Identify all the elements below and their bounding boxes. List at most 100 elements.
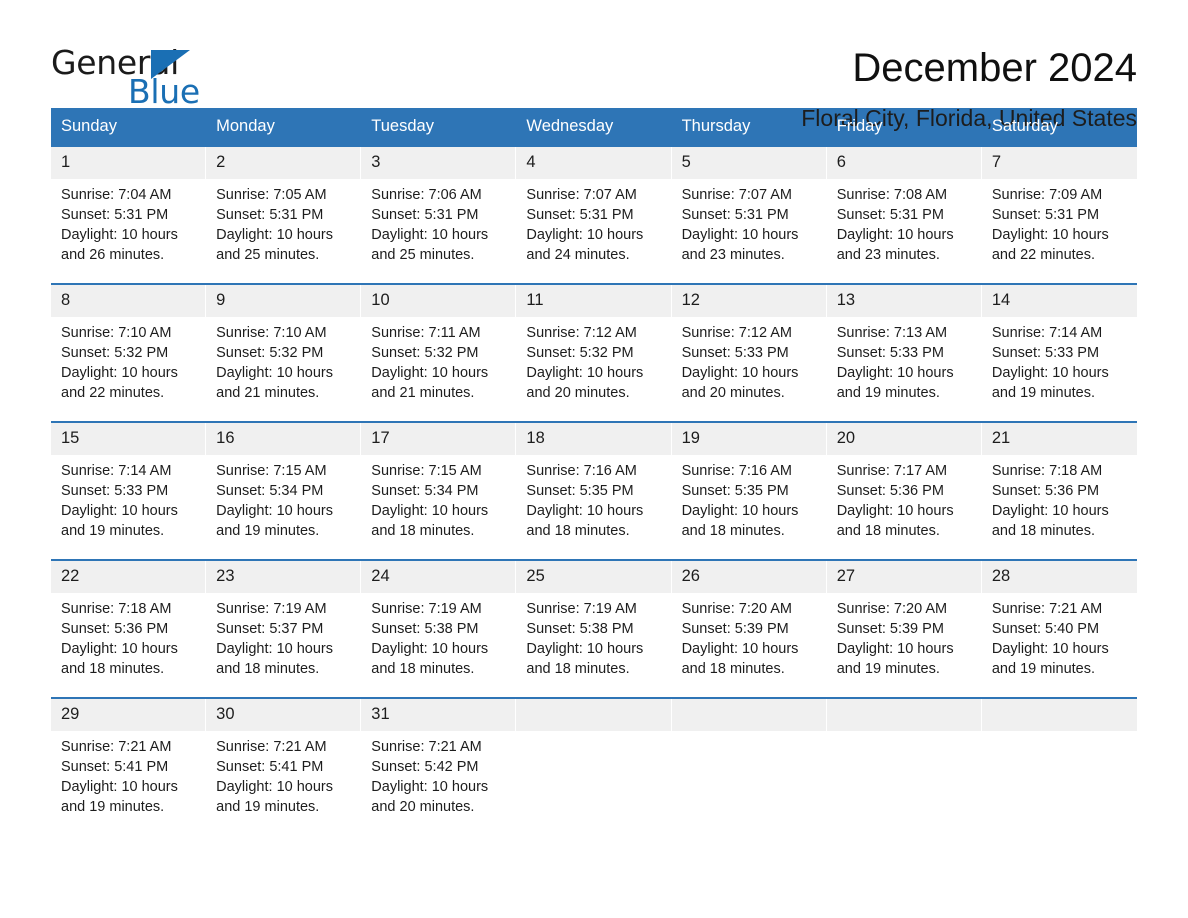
day-cell[interactable]: Sunrise: 7:21 AM Sunset: 5:40 PM Dayligh…	[982, 593, 1137, 697]
day-number[interactable]: 28	[982, 561, 1137, 593]
day-number[interactable]: 12	[672, 285, 827, 317]
day-cell[interactable]: Sunrise: 7:17 AM Sunset: 5:36 PM Dayligh…	[827, 455, 982, 559]
day-cell[interactable]: Sunrise: 7:04 AM Sunset: 5:31 PM Dayligh…	[51, 179, 206, 283]
day-number[interactable]: 27	[827, 561, 982, 593]
day-number[interactable]: 7	[982, 147, 1137, 179]
day-cell[interactable]: Sunrise: 7:18 AM Sunset: 5:36 PM Dayligh…	[982, 455, 1137, 559]
sunrise-text: Sunrise: 7:20 AM	[836, 601, 948, 617]
sunrise-text: Sunrise: 7:13 AM	[836, 325, 948, 341]
day-cell[interactable]: Sunrise: 7:10 AM Sunset: 5:32 PM Dayligh…	[51, 317, 206, 421]
day-number[interactable]: 8	[51, 285, 207, 317]
sunset-text: Sunset: 5:32 PM	[371, 345, 479, 361]
week-detail-band: Sunrise: 7:10 AM Sunset: 5:32 PM Dayligh…	[51, 317, 1137, 421]
sunrise-text: Sunrise: 7:17 AM	[836, 463, 948, 479]
day-cell[interactable]: Sunrise: 7:21 AM Sunset: 5:42 PM Dayligh…	[361, 731, 516, 835]
day-cell[interactable]: Sunrise: 7:16 AM Sunset: 5:35 PM Dayligh…	[516, 455, 671, 559]
day-number[interactable]: 9	[206, 285, 362, 317]
day-cell[interactable]: Sunrise: 7:10 AM Sunset: 5:32 PM Dayligh…	[206, 317, 361, 421]
day-number[interactable]: 25	[516, 561, 672, 593]
day-number[interactable]: 16	[206, 423, 362, 455]
day-number[interactable]: 5	[672, 147, 827, 179]
day-cell[interactable]: Sunrise: 7:14 AM Sunset: 5:33 PM Dayligh…	[982, 317, 1137, 421]
sunrise-text: Sunrise: 7:16 AM	[681, 463, 792, 479]
day-number[interactable]: 11	[516, 285, 672, 317]
day-header-sunday: Sunday	[61, 117, 117, 135]
day-number-empty	[516, 699, 672, 731]
day-number[interactable]: 15	[51, 423, 207, 455]
sunrise-text: Sunrise: 7:12 AM	[526, 325, 637, 341]
day-number[interactable]: 17	[361, 423, 517, 455]
day-cell[interactable]: Sunrise: 7:05 AM Sunset: 5:31 PM Dayligh…	[206, 179, 361, 283]
sunset-text: Sunset: 5:36 PM	[836, 483, 944, 499]
day-cell[interactable]: Sunrise: 7:15 AM Sunset: 5:34 PM Dayligh…	[361, 455, 516, 559]
daylight-text: Daylight: 10 hours and 18 minutes.	[836, 503, 954, 539]
daylight-text: Daylight: 10 hours and 26 minutes.	[61, 227, 178, 263]
day-cell[interactable]: Sunrise: 7:18 AM Sunset: 5:36 PM Dayligh…	[51, 593, 206, 697]
day-number[interactable]: 3	[361, 147, 517, 179]
day-cell[interactable]: Sunrise: 7:06 AM Sunset: 5:31 PM Dayligh…	[361, 179, 516, 283]
day-cell[interactable]: Sunrise: 7:09 AM Sunset: 5:31 PM Dayligh…	[982, 179, 1137, 283]
day-number[interactable]: 13	[827, 285, 982, 317]
day-cell[interactable]: Sunrise: 7:12 AM Sunset: 5:32 PM Dayligh…	[516, 317, 671, 421]
day-cell[interactable]: Sunrise: 7:08 AM Sunset: 5:31 PM Dayligh…	[827, 179, 982, 283]
sunrise-text: Sunrise: 7:21 AM	[216, 739, 327, 755]
day-cell[interactable]: Sunrise: 7:20 AM Sunset: 5:39 PM Dayligh…	[827, 593, 982, 697]
day-cell-empty	[516, 731, 671, 835]
day-number[interactable]: 21	[982, 423, 1137, 455]
day-number[interactable]: 4	[516, 147, 672, 179]
day-cell[interactable]: Sunrise: 7:21 AM Sunset: 5:41 PM Dayligh…	[51, 731, 206, 835]
day-number[interactable]: 22	[51, 561, 207, 593]
day-number[interactable]: 20	[827, 423, 982, 455]
sunset-text: Sunset: 5:34 PM	[216, 483, 324, 499]
day-cell[interactable]: Sunrise: 7:07 AM Sunset: 5:31 PM Dayligh…	[516, 179, 671, 283]
day-number[interactable]: 19	[672, 423, 827, 455]
day-header-saturday: Saturday	[991, 117, 1058, 135]
day-number[interactable]: 10	[361, 285, 517, 317]
daylight-text: Daylight: 10 hours and 20 minutes.	[526, 365, 644, 401]
day-header-tuesday: Tuesday	[371, 117, 434, 135]
day-cell[interactable]: Sunrise: 7:19 AM Sunset: 5:38 PM Dayligh…	[361, 593, 516, 697]
day-header-thursday: Thursday	[681, 117, 751, 135]
day-number[interactable]: 14	[982, 285, 1137, 317]
day-number[interactable]: 31	[361, 699, 517, 731]
day-number-empty	[827, 699, 982, 731]
daylight-text: Daylight: 10 hours and 19 minutes.	[991, 641, 1109, 677]
week-detail-band: Sunrise: 7:21 AM Sunset: 5:41 PM Dayligh…	[51, 731, 1137, 835]
daylight-text: Daylight: 10 hours and 18 minutes.	[991, 503, 1109, 539]
day-cell[interactable]: Sunrise: 7:11 AM Sunset: 5:32 PM Dayligh…	[361, 317, 516, 421]
day-number[interactable]: 18	[516, 423, 672, 455]
day-cell[interactable]: Sunrise: 7:21 AM Sunset: 5:41 PM Dayligh…	[206, 731, 361, 835]
daylight-text: Daylight: 10 hours and 19 minutes.	[991, 365, 1109, 401]
day-cell-empty	[672, 731, 827, 835]
day-number[interactable]: 1	[51, 147, 207, 179]
day-number[interactable]: 26	[672, 561, 827, 593]
day-number-empty	[982, 699, 1137, 731]
day-header-wednesday: Wednesday	[526, 117, 614, 135]
sunset-text: Sunset: 5:31 PM	[681, 207, 789, 223]
day-cell[interactable]: Sunrise: 7:19 AM Sunset: 5:38 PM Dayligh…	[516, 593, 671, 697]
week-date-band: 8 9 10 11 12 13 14	[51, 285, 1137, 317]
sunrise-text: Sunrise: 7:14 AM	[61, 463, 172, 479]
day-number[interactable]: 6	[827, 147, 982, 179]
general-blue-logo[interactable]: General Blue	[51, 44, 201, 111]
day-number[interactable]: 2	[206, 147, 362, 179]
day-cell[interactable]: Sunrise: 7:19 AM Sunset: 5:37 PM Dayligh…	[206, 593, 361, 697]
daylight-text: Daylight: 10 hours and 18 minutes.	[216, 641, 334, 677]
day-cell[interactable]: Sunrise: 7:16 AM Sunset: 5:35 PM Dayligh…	[672, 455, 827, 559]
day-number[interactable]: 29	[51, 699, 207, 731]
day-cell[interactable]: Sunrise: 7:15 AM Sunset: 5:34 PM Dayligh…	[206, 455, 361, 559]
day-cell[interactable]: Sunrise: 7:13 AM Sunset: 5:33 PM Dayligh…	[827, 317, 982, 421]
day-number[interactable]: 30	[206, 699, 362, 731]
day-cell[interactable]: Sunrise: 7:07 AM Sunset: 5:31 PM Dayligh…	[672, 179, 827, 283]
daylight-text: Daylight: 10 hours and 18 minutes.	[526, 641, 644, 677]
sunrise-text: Sunrise: 7:16 AM	[526, 463, 637, 479]
sunrise-text: Sunrise: 7:07 AM	[681, 187, 792, 203]
sunset-text: Sunset: 5:38 PM	[371, 621, 479, 637]
day-cell[interactable]: Sunrise: 7:14 AM Sunset: 5:33 PM Dayligh…	[51, 455, 206, 559]
day-cell[interactable]: Sunrise: 7:12 AM Sunset: 5:33 PM Dayligh…	[672, 317, 827, 421]
day-cell[interactable]: Sunrise: 7:20 AM Sunset: 5:39 PM Dayligh…	[672, 593, 827, 697]
day-number[interactable]: 24	[361, 561, 517, 593]
daylight-text: Daylight: 10 hours and 18 minutes.	[371, 503, 489, 539]
sunset-text: Sunset: 5:40 PM	[991, 621, 1100, 637]
day-number[interactable]: 23	[206, 561, 362, 593]
